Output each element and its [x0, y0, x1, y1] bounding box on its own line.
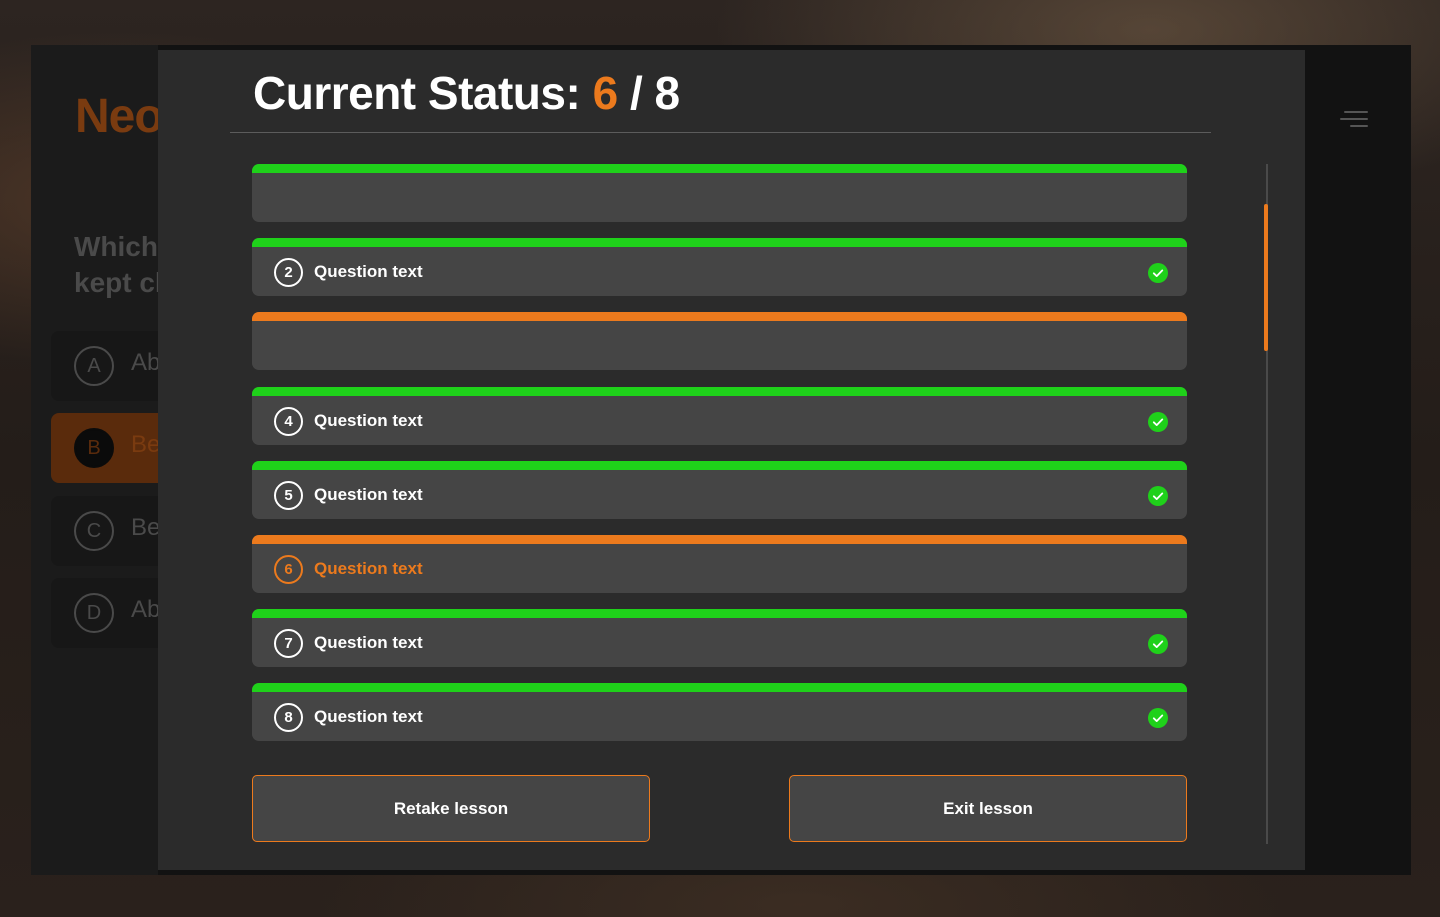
background-question-line: Which — [74, 231, 158, 262]
background-question-text: Which kept cl — [74, 229, 163, 301]
option-text: Ab — [131, 596, 161, 623]
check-circle-icon — [1148, 263, 1168, 283]
retake-lesson-button[interactable]: Retake lesson — [252, 775, 650, 842]
question-row-6[interactable]: 6 Question text — [252, 535, 1187, 593]
question-row-3[interactable] — [252, 312, 1187, 370]
background-question-line: kept cl — [74, 267, 163, 298]
check-circle-icon — [1148, 486, 1168, 506]
question-number: 5 — [274, 481, 303, 510]
lesson-status-modal: Current Status: 6 / 8 2 Question text 4 … — [158, 50, 1305, 870]
status-bar — [252, 312, 1187, 321]
question-number: 7 — [274, 629, 303, 658]
question-number: 6 — [274, 555, 303, 584]
question-label: Question text — [314, 707, 423, 726]
option-letter: A — [74, 346, 114, 386]
option-letter: C — [74, 511, 114, 551]
status-title-prefix: Current Status: — [253, 67, 581, 119]
option-text: Ab — [131, 349, 161, 376]
question-label: Question text — [314, 262, 423, 281]
status-bar — [252, 164, 1187, 173]
option-letter: D — [74, 593, 114, 633]
option-text: Be — [131, 431, 161, 458]
question-label: Question text — [314, 559, 423, 578]
question-number: 2 — [274, 258, 303, 287]
option-letter: B — [74, 428, 114, 468]
brand-logo: Neo — [75, 90, 164, 143]
question-number: 4 — [274, 407, 303, 436]
title-divider — [230, 132, 1211, 133]
question-row-4[interactable]: 4 Question text — [252, 387, 1187, 445]
question-label: Question text — [314, 411, 423, 430]
status-separator: / — [629, 67, 643, 119]
status-bar — [252, 387, 1187, 396]
scrollbar-thumb[interactable] — [1264, 204, 1268, 351]
question-row-2[interactable]: 2 Question text — [252, 238, 1187, 296]
status-bar — [252, 461, 1187, 470]
status-total-count: 8 — [654, 67, 681, 119]
status-bar — [252, 609, 1187, 618]
status-title: Current Status: 6 / 8 — [253, 66, 680, 120]
check-circle-icon — [1148, 708, 1168, 728]
check-circle-icon — [1148, 412, 1168, 432]
question-number: 8 — [274, 703, 303, 732]
question-label: Question text — [314, 485, 423, 504]
question-row-5[interactable]: 5 Question text — [252, 461, 1187, 519]
question-row-8[interactable]: 8 Question text — [252, 683, 1187, 741]
option-text: Be — [131, 514, 161, 541]
hamburger-menu-icon[interactable] — [1340, 111, 1368, 133]
check-circle-icon — [1148, 634, 1168, 654]
question-row-1[interactable] — [252, 164, 1187, 222]
status-bar — [252, 535, 1187, 544]
status-current-count: 6 — [592, 67, 619, 119]
exit-lesson-button[interactable]: Exit lesson — [789, 775, 1187, 842]
status-bar — [252, 683, 1187, 692]
question-label: Question text — [314, 633, 423, 652]
status-bar — [252, 238, 1187, 247]
question-row-7[interactable]: 7 Question text — [252, 609, 1187, 667]
